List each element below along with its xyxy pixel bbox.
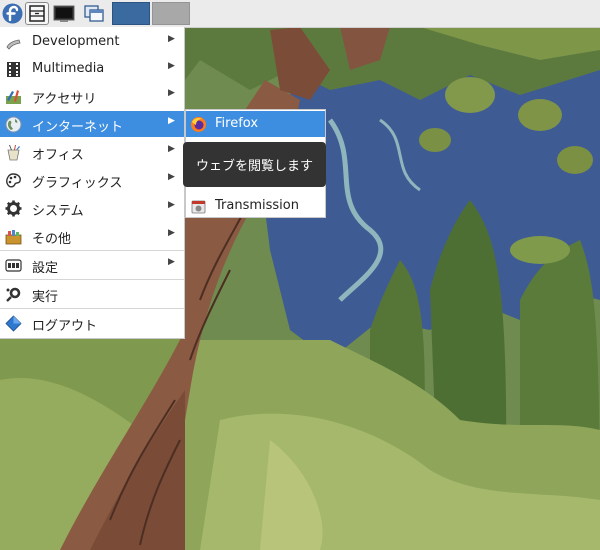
menu-item-run[interactable]: 実行 bbox=[0, 281, 184, 307]
submenu-arrow-icon: ▶ bbox=[168, 257, 175, 267]
fedora-logo-icon bbox=[2, 3, 23, 24]
menu-item-label: ログアウト bbox=[32, 319, 98, 334]
submenu-item-transmission[interactable]: Transmission bbox=[186, 193, 325, 219]
settings-icon bbox=[5, 259, 22, 272]
show-desktop-button[interactable] bbox=[25, 2, 49, 25]
menu-item-label: インターネット bbox=[32, 120, 124, 135]
logout-icon bbox=[5, 315, 22, 332]
workspace-1-button[interactable] bbox=[112, 2, 150, 25]
menu-separator bbox=[0, 279, 184, 280]
multimedia-icon bbox=[7, 62, 20, 77]
menu-item-development[interactable]: Development ▶ bbox=[0, 29, 184, 55]
firefox-tooltip: ウェブを閲覧します bbox=[183, 142, 326, 187]
submenu-arrow-icon: ▶ bbox=[168, 172, 175, 182]
menu-item-label: アクセサリ bbox=[32, 92, 97, 107]
gear-icon bbox=[5, 200, 22, 217]
application-menu: Development ▶ Multimedia ▶ アクセサリ ▶ インターネ… bbox=[0, 27, 185, 339]
window-list-button[interactable] bbox=[81, 2, 107, 25]
submenu-item-firefox[interactable]: Firefox bbox=[186, 111, 325, 137]
accessories-icon bbox=[6, 90, 21, 104]
menu-item-logout[interactable]: ログアウト bbox=[0, 310, 184, 336]
transmission-icon bbox=[191, 200, 206, 214]
application-menu-button[interactable] bbox=[1, 2, 24, 25]
menu-item-graphics[interactable]: グラフィックス ▶ bbox=[0, 167, 184, 193]
workspace-2-button[interactable] bbox=[152, 2, 190, 25]
menu-separator bbox=[0, 250, 184, 251]
menu-item-label: 設定 bbox=[32, 261, 59, 276]
windows-icon bbox=[84, 5, 104, 22]
menu-item-other[interactable]: その他 ▶ bbox=[0, 223, 184, 249]
run-icon bbox=[6, 287, 21, 302]
menu-item-system[interactable]: システム ▶ bbox=[0, 195, 184, 221]
terminal-launcher-button[interactable] bbox=[51, 2, 77, 25]
office-icon bbox=[7, 145, 20, 161]
menu-item-accessories[interactable]: アクセサリ ▶ bbox=[0, 83, 184, 109]
menu-item-label: グラフィックス bbox=[32, 176, 123, 191]
menu-separator bbox=[0, 308, 184, 309]
menu-item-office[interactable]: オフィス ▶ bbox=[0, 139, 184, 165]
submenu-item-label: Firefox bbox=[215, 116, 259, 131]
development-icon bbox=[6, 39, 21, 50]
show-desktop-icon bbox=[29, 5, 45, 22]
menu-item-label: Development bbox=[32, 34, 120, 49]
menu-item-settings[interactable]: 設定 ▶ bbox=[0, 252, 184, 278]
submenu-arrow-icon: ▶ bbox=[168, 144, 175, 154]
internet-icon bbox=[5, 116, 22, 133]
other-icon bbox=[5, 230, 22, 245]
submenu-arrow-icon: ▶ bbox=[168, 88, 175, 98]
submenu-arrow-icon: ▶ bbox=[168, 228, 175, 238]
submenu-arrow-icon: ▶ bbox=[168, 34, 175, 44]
graphics-icon bbox=[6, 173, 21, 188]
firefox-icon bbox=[191, 117, 206, 132]
submenu-arrow-icon: ▶ bbox=[168, 116, 175, 126]
menu-item-internet[interactable]: インターネット ▶ bbox=[0, 111, 184, 137]
menu-item-label: 実行 bbox=[32, 290, 59, 305]
submenu-arrow-icon: ▶ bbox=[168, 200, 175, 210]
menu-item-label: Multimedia bbox=[32, 61, 105, 76]
terminal-icon bbox=[53, 5, 75, 22]
menu-item-multimedia[interactable]: Multimedia ▶ bbox=[0, 56, 184, 82]
menu-item-label: その他 bbox=[32, 232, 72, 247]
submenu-item-label: Transmission bbox=[215, 198, 299, 213]
menu-item-label: システム bbox=[32, 204, 84, 219]
top-panel bbox=[0, 0, 600, 28]
menu-item-label: オフィス bbox=[32, 148, 84, 163]
submenu-arrow-icon: ▶ bbox=[168, 61, 175, 71]
